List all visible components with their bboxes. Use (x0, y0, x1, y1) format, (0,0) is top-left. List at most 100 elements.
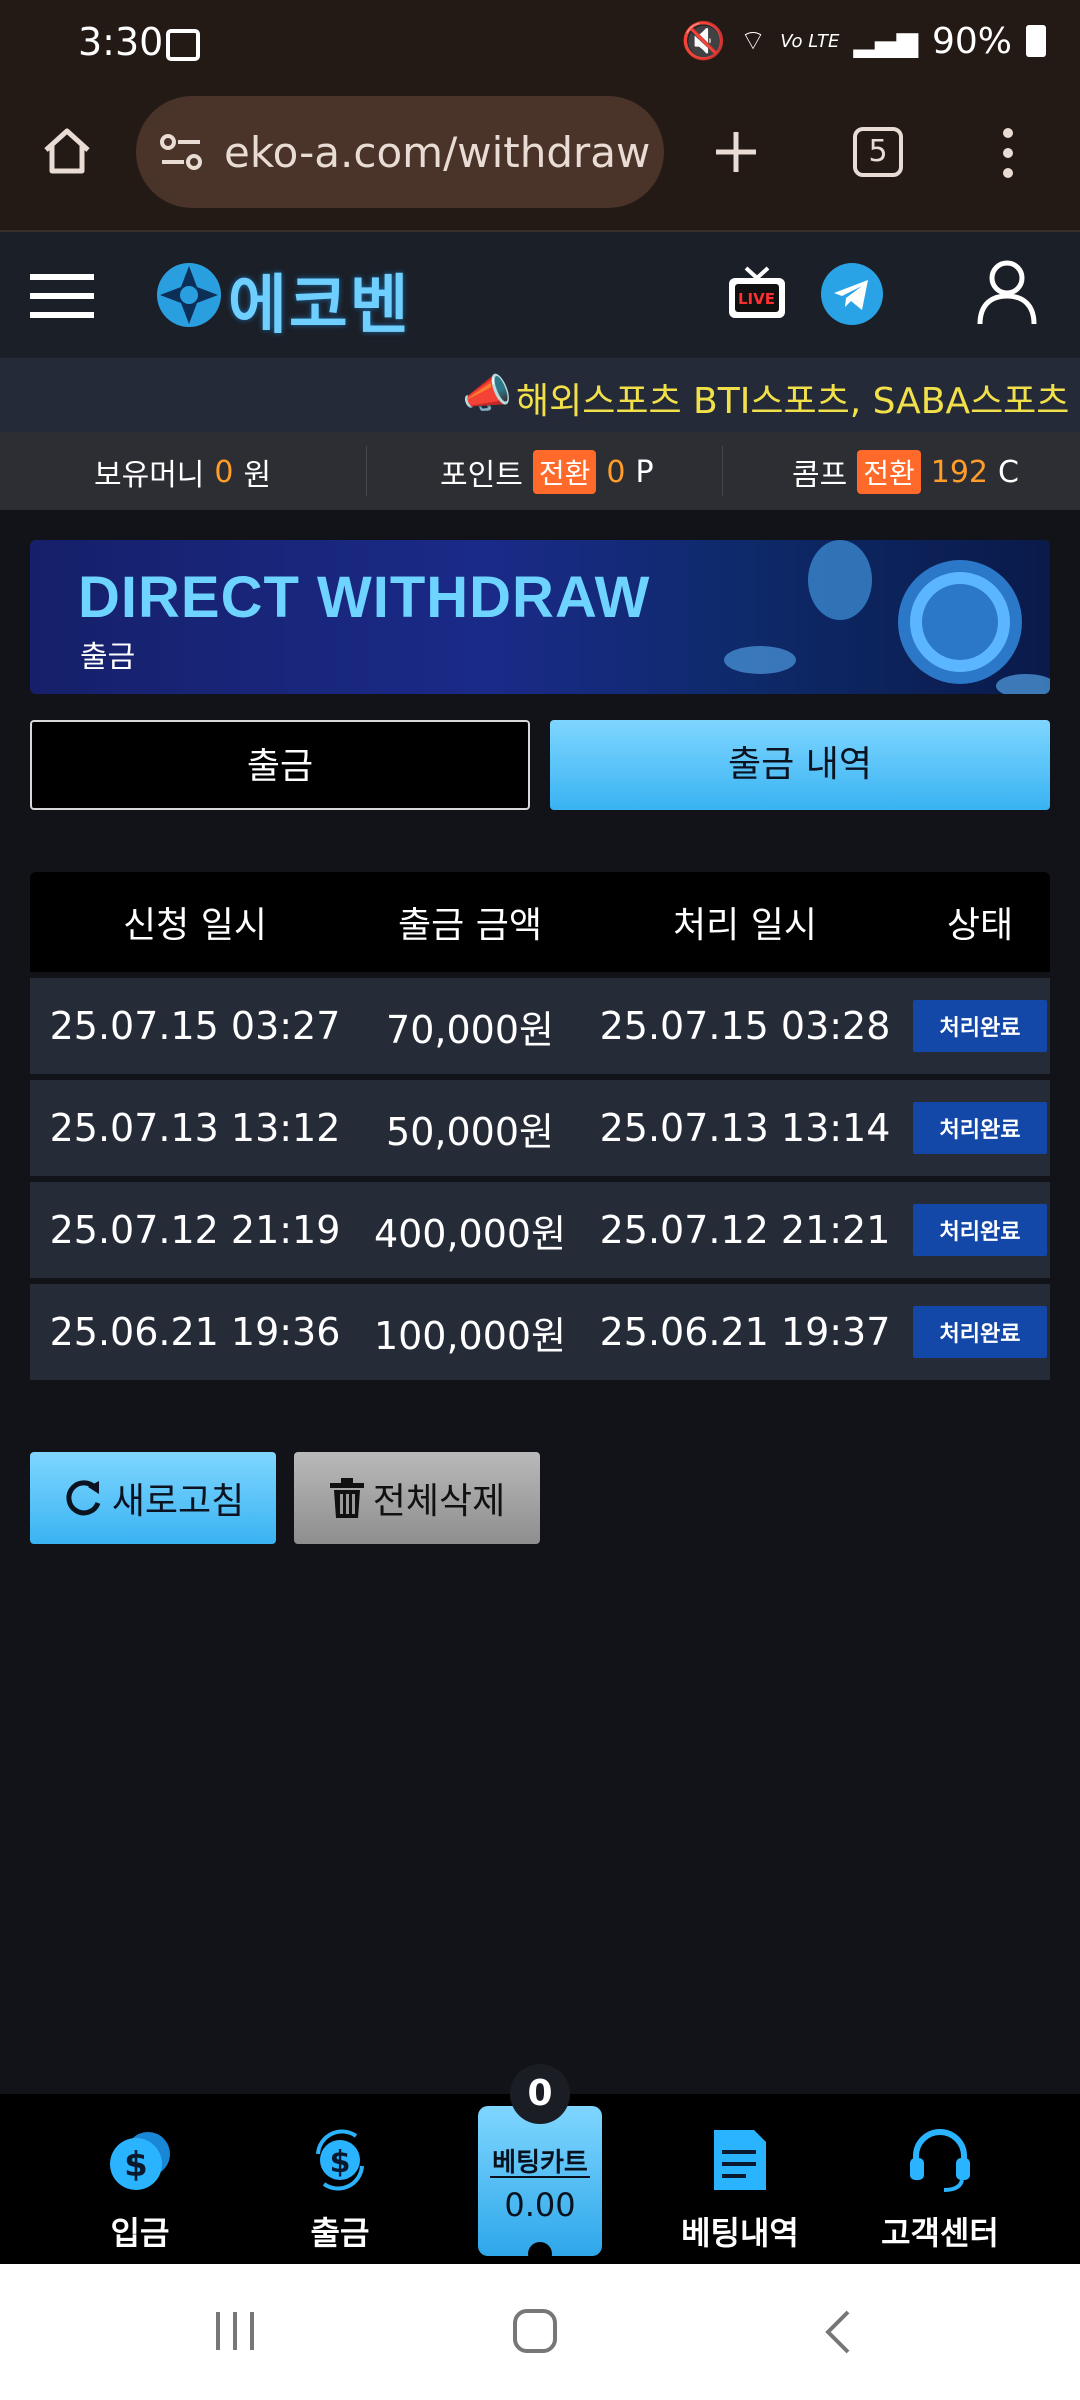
processed-time: 25.07.13 13:14 (599, 1106, 891, 1150)
status-badge: 처리완료 (913, 1000, 1047, 1052)
battery-icon (1026, 25, 1046, 57)
divider (722, 446, 723, 496)
deposit-coin-icon: $ (110, 2132, 170, 2190)
table-row: 25.07.12 21:19 400,000원 25.07.12 21:21 처… (30, 1182, 1050, 1278)
cart-divider (490, 2176, 590, 2178)
processed-time: 25.07.15 03:28 (599, 1004, 891, 1048)
notice-ticker: 📣 해외스포츠 BTI스포츠, SABA스포츠 O (0, 358, 1080, 432)
money-value: 0 (214, 454, 234, 490)
signal-icon: ▂▄▆ (853, 24, 918, 58)
status-right: 🔇 ⌔ Vo LTE ▂▄▆ 90% (681, 20, 1046, 62)
divider (366, 446, 367, 496)
money-label: 보유머니 (94, 458, 205, 493)
hamburger-menu-icon[interactable] (30, 272, 94, 320)
live-label: LIVE (738, 290, 775, 308)
requested-time: 25.06.21 19:36 (49, 1310, 341, 1354)
banner-title: DIRECT WITHDRAW (78, 565, 651, 630)
column-header: 상태 (946, 905, 1014, 946)
comp-balance: 콤프 전환 192 C (792, 450, 1019, 494)
status-time: 3:30 (78, 20, 164, 64)
site-header: 에코벤 LIVE (0, 232, 1080, 358)
browser-toolbar: eko-a.com/withdraw 5 (0, 90, 1080, 232)
cart-count-badge: 0 (510, 2064, 570, 2124)
requested-time: 25.07.12 21:19 (49, 1208, 341, 1252)
bet-history-icon (714, 2130, 766, 2190)
url-bar[interactable]: eko-a.com/withdraw (136, 96, 664, 208)
point-unit: P (635, 454, 654, 490)
headset-icon (910, 2129, 970, 2192)
system-navigation-bar (0, 2264, 1080, 2400)
point-value: 0 (606, 454, 626, 490)
table-header: 신청 일시 출금 금액 처리 일시 상태 (30, 872, 1050, 972)
home-icon[interactable] (40, 124, 94, 178)
user-profile-icon[interactable] (976, 258, 1038, 326)
money-unit: 원 (243, 458, 272, 493)
status-badge: 처리완료 (913, 1102, 1047, 1154)
column-header: 처리 일시 (673, 905, 817, 946)
status-cell: 처리완료 (910, 978, 1050, 1074)
svg-text:$: $ (330, 2145, 351, 2180)
nav-withdraw-label: 출금 (310, 2214, 370, 2252)
refresh-label: 새로고침 (111, 1481, 245, 1522)
tab-switcher-button[interactable]: 5 (853, 127, 903, 177)
requested-time: 25.07.15 03:27 (49, 1004, 341, 1048)
site-settings-icon[interactable] (158, 130, 204, 174)
nav-withdraw[interactable]: $ 출금 (260, 2124, 420, 2254)
withdraw-cycle-icon: $ (316, 2129, 364, 2191)
comp-label: 콤프 (792, 458, 848, 493)
recent-apps-icon[interactable] (212, 2310, 258, 2352)
site-logo[interactable]: 에코벤 (228, 254, 411, 346)
table-row: 25.07.15 03:27 70,000원 25.07.15 03:28 처리… (30, 978, 1050, 1074)
point-balance: 포인트 전환 0 P (440, 450, 654, 494)
column-header: 신청 일시 (123, 905, 267, 946)
battery-percent: 90% (931, 20, 1012, 62)
table-row: 25.06.21 19:36 100,000원 25.06.21 19:37 처… (30, 1284, 1050, 1380)
nav-deposit[interactable]: $ 입금 (60, 2124, 220, 2254)
network-label: Vo LTE (780, 30, 840, 52)
balance-bar: 보유머니 0 원 포인트 전환 0 P 콤프 전환 192 C (0, 432, 1080, 510)
nav-bet-history-label: 베팅내역 (681, 2214, 799, 2252)
amount: 100,000원 (373, 1313, 567, 1358)
cart-notch (528, 2242, 552, 2266)
status-bar: 3:30 🔇 ⌔ Vo LTE ▂▄▆ 90% (0, 0, 1080, 90)
nav-support[interactable]: 고객센터 (860, 2124, 1020, 2254)
point-convert-button[interactable]: 전환 (532, 450, 597, 494)
betting-cart-button[interactable]: 베팅카트 0.00 (478, 2106, 602, 2266)
money-balance: 보유머니 0 원 (94, 450, 271, 494)
nav-support-label: 고객센터 (881, 2214, 999, 2252)
comp-convert-button[interactable]: 전환 (857, 450, 921, 494)
refresh-button[interactable]: 새로고침 (30, 1452, 276, 1544)
wifi-icon: ⌔ (739, 23, 767, 57)
nav-bet-history[interactable]: 베팅내역 (660, 2124, 820, 2254)
status-cell: 처리완료 (910, 1284, 1050, 1380)
tab-withdraw[interactable]: 출금 (30, 720, 530, 810)
live-tv-button[interactable]: LIVE (726, 262, 788, 324)
column-header: 출금 금액 (398, 905, 542, 946)
telegram-icon[interactable] (820, 262, 884, 326)
withdraw-history-table: 신청 일시 출금 금액 처리 일시 상태 25.07.15 03:27 70,0… (30, 872, 1050, 1380)
processed-time: 25.07.12 21:21 (599, 1208, 891, 1252)
status-badge: 처리완료 (913, 1306, 1047, 1358)
requested-time: 25.07.13 13:12 (49, 1106, 341, 1150)
coins-illustration (724, 540, 1050, 694)
amount: 400,000원 (373, 1211, 567, 1256)
banner-subtitle: 출금 (80, 640, 136, 675)
more-options-icon[interactable] (996, 126, 1020, 180)
point-label: 포인트 (440, 458, 523, 493)
cart-value: 0.00 (504, 2186, 576, 2224)
amount: 70,000원 (386, 1007, 554, 1052)
new-tab-icon[interactable] (712, 128, 760, 176)
comp-value: 192 (930, 454, 988, 490)
svg-text:$: $ (124, 2145, 148, 2185)
back-icon[interactable] (820, 2308, 854, 2356)
amount: 50,000원 (386, 1109, 554, 1154)
tab-withdraw-history[interactable]: 출금 내역 (550, 720, 1050, 810)
trash-icon (329, 1478, 364, 1518)
logo-icon (157, 263, 221, 327)
delete-all-button[interactable]: 전체삭제 (294, 1452, 540, 1544)
ticker-text: 해외스포츠 BTI스포츠, SABA스포츠 O (516, 381, 1080, 422)
refresh-icon (66, 1480, 101, 1516)
status-badge: 처리완료 (913, 1204, 1047, 1256)
home-button-icon[interactable] (512, 2308, 558, 2354)
processed-time: 25.06.21 19:37 (599, 1310, 891, 1354)
